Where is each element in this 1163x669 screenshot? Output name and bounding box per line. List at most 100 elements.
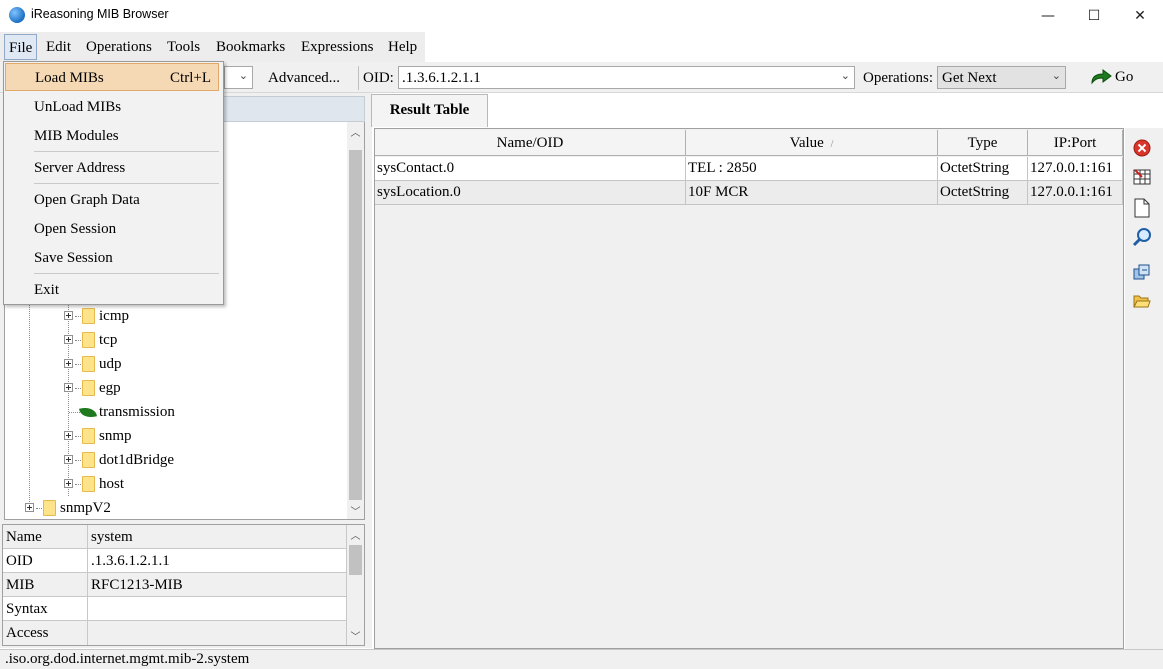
chevron-down-icon: ⌄ <box>1051 69 1061 82</box>
tree-node-label: dot1dBridge <box>99 452 174 468</box>
menu-separator <box>34 273 219 274</box>
operations-value: Get Next <box>942 70 997 86</box>
expand-icon[interactable] <box>64 359 73 368</box>
title-bar <box>0 0 1163 32</box>
tree-node-snmpv2[interactable]: snmpV2 <box>21 496 321 520</box>
menu-item-open-session[interactable]: Open Session <box>5 215 219 243</box>
scroll-up-icon[interactable]: ︿ <box>347 527 364 542</box>
app-globe-icon <box>9 7 25 23</box>
window-title: iReasoning MIB Browser <box>31 7 169 21</box>
go-button[interactable]: Go <box>1086 66 1140 88</box>
table-cell[interactable]: TEL : 2850 <box>686 157 938 181</box>
menu-item-save-session[interactable]: Save Session <box>5 244 219 272</box>
scroll-down-icon[interactable]: ﹀ <box>347 503 364 518</box>
oid-value: .1.3.6.1.2.1.1 <box>402 70 481 86</box>
tree-node-udp[interactable]: udp <box>60 352 340 376</box>
sort-indicator-icon: / <box>830 139 834 150</box>
advanced-button[interactable]: Advanced... <box>268 67 340 89</box>
expand-icon[interactable] <box>64 335 73 344</box>
property-scrollbar[interactable] <box>347 525 364 645</box>
menu-help[interactable]: Help <box>384 34 421 60</box>
menu-separator <box>34 151 219 152</box>
menu-edit[interactable]: Edit <box>42 34 75 60</box>
operations-select[interactable]: Get Next ⌄ <box>937 66 1066 89</box>
column-header-value[interactable]: Value / <box>686 130 938 156</box>
tree-node-host[interactable]: host <box>60 472 340 496</box>
menu-item-shortcut: Ctrl+L <box>170 70 211 86</box>
expand-icon[interactable] <box>64 455 73 464</box>
tree-node-label: udp <box>99 356 122 372</box>
scroll-up-icon[interactable]: ︿ <box>347 124 364 139</box>
expand-icon[interactable] <box>64 311 73 320</box>
tree-node-label: transmission <box>99 404 175 420</box>
toolbar-separator <box>358 66 359 90</box>
open-folder-icon[interactable] <box>1132 291 1152 311</box>
close-button[interactable]: ✕ <box>1117 0 1163 32</box>
tree-node-dot1dbridge[interactable]: dot1dBridge <box>60 448 340 472</box>
table-cell[interactable]: sysLocation.0 <box>375 181 686 205</box>
expand-icon[interactable] <box>64 431 73 440</box>
prop-value: .1.3.6.1.2.1.1 <box>88 549 347 573</box>
oid-label: OID: <box>363 70 394 86</box>
tree-node-label: egp <box>99 380 121 396</box>
operations-label: Operations: <box>863 70 933 86</box>
table-cell[interactable]: OctetString <box>938 157 1028 181</box>
menu-bookmarks[interactable]: Bookmarks <box>212 34 289 60</box>
table-cell[interactable]: 10F MCR <box>686 181 938 205</box>
menu-item-exit[interactable]: Exit <box>5 276 219 304</box>
folder-icon <box>82 380 95 396</box>
folder-icon <box>82 428 95 444</box>
column-header-name-oid[interactable]: Name/OID <box>375 130 686 156</box>
delete-icon[interactable] <box>1132 138 1152 158</box>
expand-icon[interactable] <box>25 503 34 512</box>
folder-icon <box>82 476 95 492</box>
menu-file[interactable]: File <box>4 34 38 60</box>
tree-node-transmission[interactable]: transmission <box>60 400 340 424</box>
search-icon[interactable] <box>1132 227 1152 247</box>
tree-node-tcp[interactable]: tcp <box>60 328 340 352</box>
property-scroll-thumb[interactable] <box>349 545 362 575</box>
expand-icon[interactable] <box>64 383 73 392</box>
menu-item-open-graph-data[interactable]: Open Graph Data <box>5 186 219 214</box>
tree-node-snmp[interactable]: snmp <box>60 424 340 448</box>
prop-key: Syntax <box>3 597 88 621</box>
chevron-down-icon: ⌄ <box>840 69 850 82</box>
menu-item-server-address[interactable]: Server Address <box>5 154 219 182</box>
column-header-ip-port[interactable]: IP:Port <box>1028 130 1123 156</box>
menu-operations[interactable]: Operations <box>82 34 156 60</box>
tree-node-label: host <box>99 476 125 492</box>
tab-result-table[interactable]: Result Table <box>371 94 488 127</box>
chevron-down-icon: ⌄ <box>238 69 248 82</box>
prop-value <box>88 621 347 645</box>
table-grid-icon[interactable] <box>1132 167 1152 187</box>
minimize-button[interactable]: — <box>1025 0 1071 32</box>
menu-item-label: Load MIBs <box>35 70 104 86</box>
oid-input[interactable]: .1.3.6.1.2.1.1 ⌄ <box>398 66 855 89</box>
prop-key: Name <box>3 525 88 549</box>
new-document-icon[interactable] <box>1132 198 1152 218</box>
menu-item-unload-mibs[interactable]: UnLoad MIBs <box>5 93 219 121</box>
menu-expressions[interactable]: Expressions <box>297 34 378 60</box>
prop-value: system <box>88 525 347 549</box>
go-label: Go <box>1115 69 1134 85</box>
address-dropdown[interactable]: ⌄ <box>224 66 253 89</box>
tree-node-label: snmp <box>99 428 132 444</box>
folder-icon <box>82 308 95 324</box>
prop-key: Access <box>3 621 88 645</box>
menu-item-load-mibs[interactable]: Load MIBs Ctrl+L <box>5 63 219 91</box>
menu-tools[interactable]: Tools <box>163 34 204 60</box>
scroll-down-icon[interactable]: ﹀ <box>347 628 364 643</box>
export-icon[interactable] <box>1132 262 1152 282</box>
table-cell[interactable]: OctetString <box>938 181 1028 205</box>
table-cell[interactable]: sysContact.0 <box>375 157 686 181</box>
tree-scroll-thumb[interactable] <box>349 150 362 500</box>
maximize-button[interactable]: ☐ <box>1071 0 1117 32</box>
tree-node-egp[interactable]: egp <box>60 376 340 400</box>
expand-icon[interactable] <box>64 479 73 488</box>
tree-node-icmp[interactable]: icmp <box>60 304 340 328</box>
prop-value <box>88 597 347 621</box>
column-header-type[interactable]: Type <box>938 130 1028 156</box>
table-cell[interactable]: 127.0.0.1:161 <box>1028 181 1123 205</box>
table-cell[interactable]: 127.0.0.1:161 <box>1028 157 1123 181</box>
menu-item-mib-modules[interactable]: MIB Modules <box>5 122 219 150</box>
